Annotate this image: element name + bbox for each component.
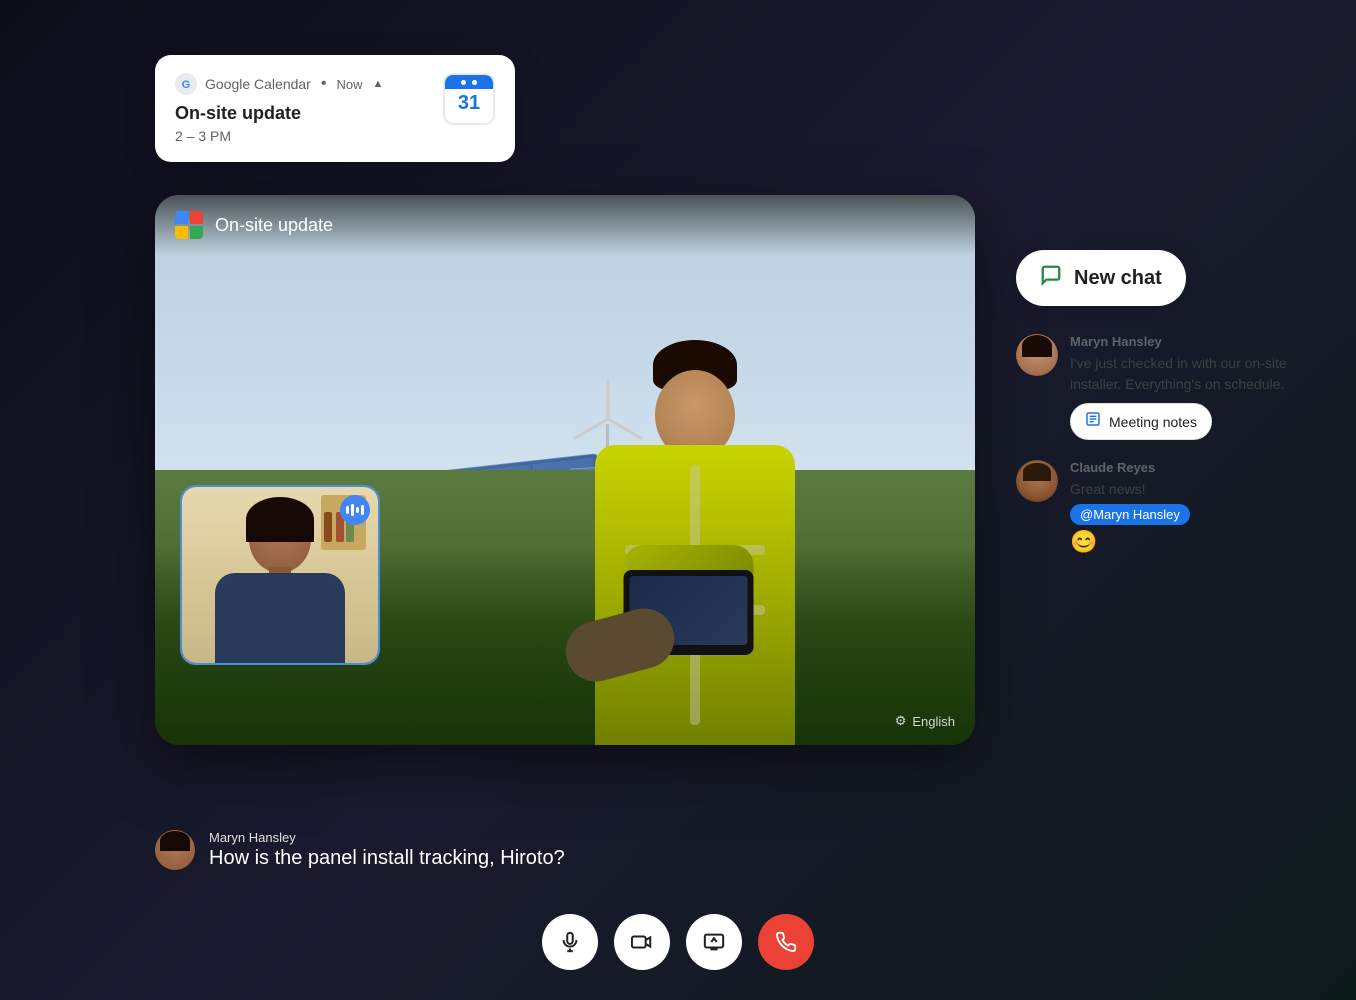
chat-bubble-icon <box>1040 264 1062 292</box>
new-chat-label: New chat <box>1074 267 1162 290</box>
language-label: English <box>912 714 955 729</box>
new-chat-button[interactable]: New chat <box>1016 250 1186 306</box>
msg-text-2: Great news! <box>1070 479 1306 500</box>
meet-event-name: On-site update <box>215 215 333 236</box>
subtitle-bar: Maryn Hansley How is the panel install t… <box>155 830 975 870</box>
subtitle-avatar <box>155 830 195 870</box>
cal-app-name: Google Calendar <box>205 76 311 92</box>
video-call-container: On-site update ⚙ English <box>155 195 975 745</box>
cal-notification-content: G Google Calendar • Now ▲ On-site update… <box>175 73 431 144</box>
settings-icon: ⚙ <box>895 713 907 729</box>
notes-icon <box>1085 411 1101 432</box>
chat-message-1: Maryn Hansley I've just checked in with … <box>1016 334 1306 440</box>
main-person-video <box>535 295 855 745</box>
cal-chevron-icon: ▲ <box>372 78 383 90</box>
calendar-notification[interactable]: G Google Calendar • Now ▲ On-site update… <box>155 55 515 162</box>
google-meet-logo <box>175 211 203 239</box>
svg-text:G: G <box>182 79 191 91</box>
mention-badge[interactable]: @Maryn Hansley <box>1070 504 1190 525</box>
cal-event-title: On-site update <box>175 103 431 124</box>
meeting-notes-badge[interactable]: Meeting notes <box>1070 403 1212 440</box>
claude-avatar <box>1016 460 1058 502</box>
camera-button[interactable] <box>614 914 670 970</box>
subtitle-speaker-name: Maryn Hansley <box>209 830 565 845</box>
end-call-button[interactable] <box>758 914 814 970</box>
maryn-avatar <box>1016 334 1058 376</box>
voice-activity-indicator <box>340 495 370 525</box>
mic-button[interactable] <box>542 914 598 970</box>
meeting-notes-label: Meeting notes <box>1109 414 1197 430</box>
msg-text-1: I've just checked in with our on-site in… <box>1070 353 1306 395</box>
subtitle-text: How is the panel install tracking, Hirot… <box>209 847 565 870</box>
google-calendar-icon: G <box>175 73 197 95</box>
chat-panel: New chat Maryn Hansley I've just checked… <box>1016 250 1306 575</box>
cal-day-number: 31 <box>458 92 480 115</box>
emoji-reaction: 😊 <box>1070 529 1306 555</box>
self-video-thumbnail <box>180 485 380 665</box>
msg-sender-1: Maryn Hansley <box>1070 334 1306 349</box>
cal-icon-box: 31 <box>443 73 495 125</box>
chat-message-2: Claude Reyes Great news! @Maryn Hansley … <box>1016 460 1306 555</box>
present-button[interactable] <box>686 914 742 970</box>
meet-header: On-site update <box>155 195 975 255</box>
call-controls <box>542 914 814 970</box>
cal-time-range: 2 – 3 PM <box>175 128 431 144</box>
cal-time: Now <box>336 77 362 92</box>
msg-sender-2: Claude Reyes <box>1070 460 1306 475</box>
language-indicator[interactable]: ⚙ English <box>895 713 955 729</box>
